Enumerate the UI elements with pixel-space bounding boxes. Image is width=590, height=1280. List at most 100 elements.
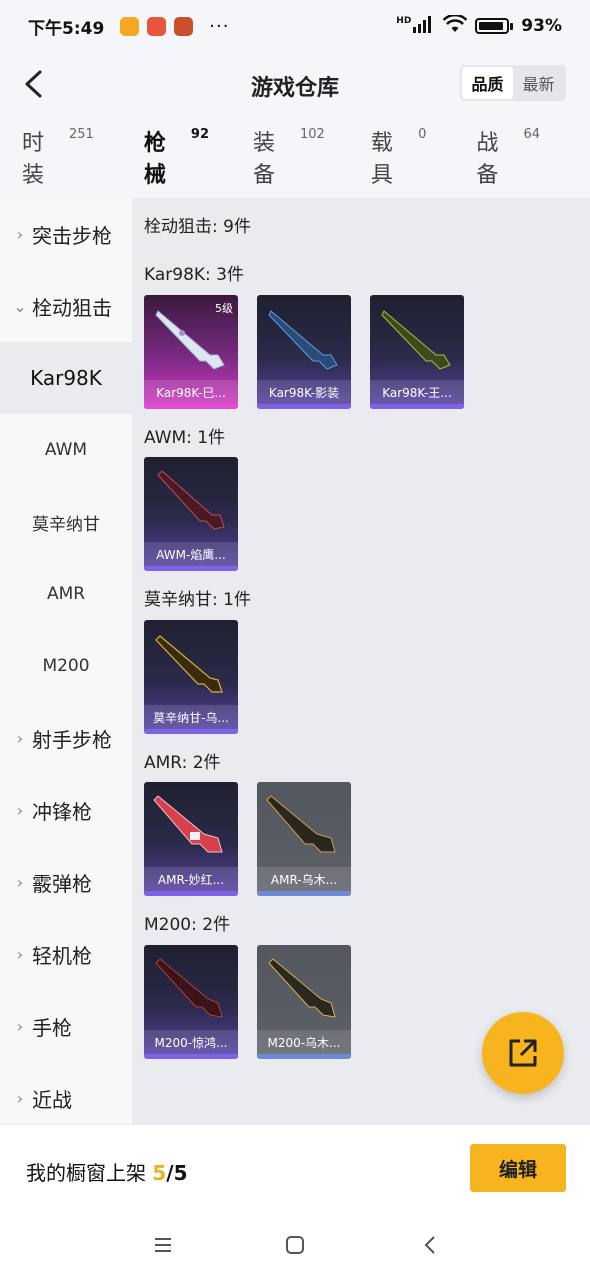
back-nav-button[interactable] <box>417 1232 443 1258</box>
status-time: 下午5:49 <box>28 18 105 39</box>
category-summary: 栓动狙击: 9件 <box>144 217 251 237</box>
chevron-right-icon: › <box>16 1016 24 1036</box>
skin-card[interactable]: 莫辛纳甘-乌... <box>144 620 238 734</box>
showcase-separator: / <box>166 1161 174 1185</box>
sidebar-item-label: Kar98K <box>30 366 102 390</box>
sidebar-item-pistol[interactable]: › 手枪 <box>0 990 132 1062</box>
chevron-right-icon: › <box>16 728 24 748</box>
sidebar-item-shotgun[interactable]: › 霰弹枪 <box>0 846 132 918</box>
signal-icon <box>413 15 435 38</box>
sort-by-quality-button[interactable]: 品质 <box>462 67 513 99</box>
chevron-right-icon: › <box>16 224 24 244</box>
skin-card[interactable]: M200-乌木... <box>257 945 351 1059</box>
item-grid: 栓动狙击: 9件 Kar98K: 3件 5级 Kar98K-巳... Kar98… <box>132 198 590 1124</box>
sidebar-item-m200[interactable]: M200 <box>0 630 132 702</box>
rarity-bar <box>257 891 351 896</box>
sidebar-item-label: 莫辛纳甘 <box>32 514 100 535</box>
rifle-icon <box>268 310 338 370</box>
tab-firearms[interactable]: 枪械 92 <box>143 125 210 203</box>
status-right: HD 93% <box>396 13 562 38</box>
sidebar-item-label: M200 <box>42 656 90 676</box>
more-notifications-icon: ··· <box>209 15 230 37</box>
rifle-icon <box>381 310 451 370</box>
rarity-bar <box>144 566 238 571</box>
tab-label: 枪械 <box>143 131 166 188</box>
notification-app-icon <box>147 16 167 36</box>
showcase-bar: 我的橱窗上架 5/5 编辑 <box>0 1124 590 1210</box>
rarity-bar <box>370 404 464 409</box>
menu-nav-button[interactable] <box>150 1232 176 1258</box>
skin-card[interactable]: M200-惊鸿... <box>144 945 238 1059</box>
skin-name: AMR-妙红... <box>144 867 238 891</box>
tab-count: 0 <box>418 127 427 142</box>
skin-card[interactable]: AWM-焰鹰... <box>144 457 238 571</box>
rarity-bar <box>144 1054 238 1059</box>
menu-icon <box>155 1238 171 1252</box>
skin-card[interactable]: AMR-妙红... <box>144 782 238 896</box>
rifle-icon <box>268 958 336 1018</box>
rarity-bar <box>144 891 238 896</box>
rifle-icon <box>153 795 223 853</box>
weapon-type-sidebar: › 突击步枪 ⌄ 栓动狙击 Kar98K AWM 莫辛纳甘 AMR M200 › 射手… <box>0 198 132 1124</box>
rifle-icon <box>266 795 336 853</box>
rarity-bar <box>144 404 238 409</box>
showcase-total: 5 <box>173 1161 188 1185</box>
notification-app-icon <box>120 16 140 36</box>
skin-name: M200-乌木... <box>257 1030 351 1054</box>
skin-card[interactable]: 5级 Kar98K-巳... <box>144 295 238 409</box>
sidebar-item-bolt-action-sniper[interactable]: ⌄ 栓动狙击 <box>0 270 132 342</box>
chevron-right-icon: › <box>16 872 24 892</box>
app-header: 游戏仓库 品质 最新 <box>0 52 590 116</box>
rarity-bar <box>144 729 238 734</box>
edit-button[interactable]: 编辑 <box>470 1144 566 1192</box>
sidebar-item-amr[interactable]: AMR <box>0 558 132 630</box>
home-nav-button[interactable] <box>282 1232 308 1258</box>
sidebar-item-kar98k[interactable]: Kar98K <box>0 342 132 414</box>
skin-level: 5级 <box>215 302 233 315</box>
external-link-icon <box>509 1039 537 1067</box>
showcase-current: 5 <box>152 1161 167 1185</box>
tab-count: 251 <box>69 127 94 142</box>
sidebar-item-marksman-rifle[interactable]: › 射手步枪 <box>0 702 132 774</box>
sidebar-item-awm[interactable]: AWM <box>0 414 132 486</box>
section-title: 莫辛纳甘: 1件 <box>144 590 251 610</box>
tab-count: 64 <box>523 127 541 142</box>
rifle-icon <box>155 635 223 693</box>
tab-vehicles[interactable]: 载具 0 <box>371 125 427 189</box>
section-title: Kar98K: 3件 <box>144 265 244 285</box>
rifle-icon <box>157 470 225 530</box>
sort-by-newest-button[interactable]: 最新 <box>513 67 564 99</box>
tab-equipment[interactable]: 装备 102 <box>253 125 325 189</box>
sidebar-item-mosin-nagant[interactable]: 莫辛纳甘 <box>0 486 132 558</box>
skin-name: Kar98K-影装 <box>257 380 351 404</box>
showcase-count: 我的橱窗上架 5/5 <box>26 1157 188 1186</box>
tab-supplies[interactable]: 战备 64 <box>476 125 540 189</box>
network-type-label: HD <box>396 16 412 26</box>
sidebar-item-lmg[interactable]: › 轻机枪 <box>0 918 132 990</box>
tab-label: 装备 <box>253 131 276 188</box>
tab-outfit[interactable]: 时装 251 <box>22 125 94 189</box>
category-tabs: 时装 251 枪械 92 装备 102 载具 0 战备 64 <box>0 116 590 203</box>
sidebar-item-label: 近战 <box>32 1087 72 1112</box>
rarity-bar <box>257 404 351 409</box>
battery-cap <box>510 22 514 30</box>
sidebar-item-smg[interactable]: › 冲锋枪 <box>0 774 132 846</box>
back-chevron-icon <box>424 1236 435 1254</box>
rifle-icon <box>155 958 223 1018</box>
sort-toggle: 品质 最新 <box>460 65 566 101</box>
tab-count: 92 <box>190 127 210 142</box>
battery-icon <box>475 18 510 34</box>
chevron-right-icon: › <box>16 1088 24 1108</box>
sidebar-item-label: AMR <box>46 584 86 604</box>
tab-label: 时装 <box>22 131 45 188</box>
share-fab[interactable] <box>482 1012 564 1094</box>
skin-card[interactable]: Kar98K-影装 <box>257 295 351 409</box>
sidebar-item-assault-rifle[interactable]: › 突击步枪 <box>0 198 132 270</box>
skin-card[interactable]: Kar98K-王... <box>370 295 464 409</box>
skin-name: M200-惊鸿... <box>144 1030 238 1054</box>
chevron-down-icon: ⌄ <box>13 296 27 316</box>
battery-percent: 93% <box>521 16 562 36</box>
skin-name: Kar98K-王... <box>370 380 464 404</box>
notification-app-icon <box>174 16 194 36</box>
skin-card[interactable]: AMR-乌木... <box>257 782 351 896</box>
